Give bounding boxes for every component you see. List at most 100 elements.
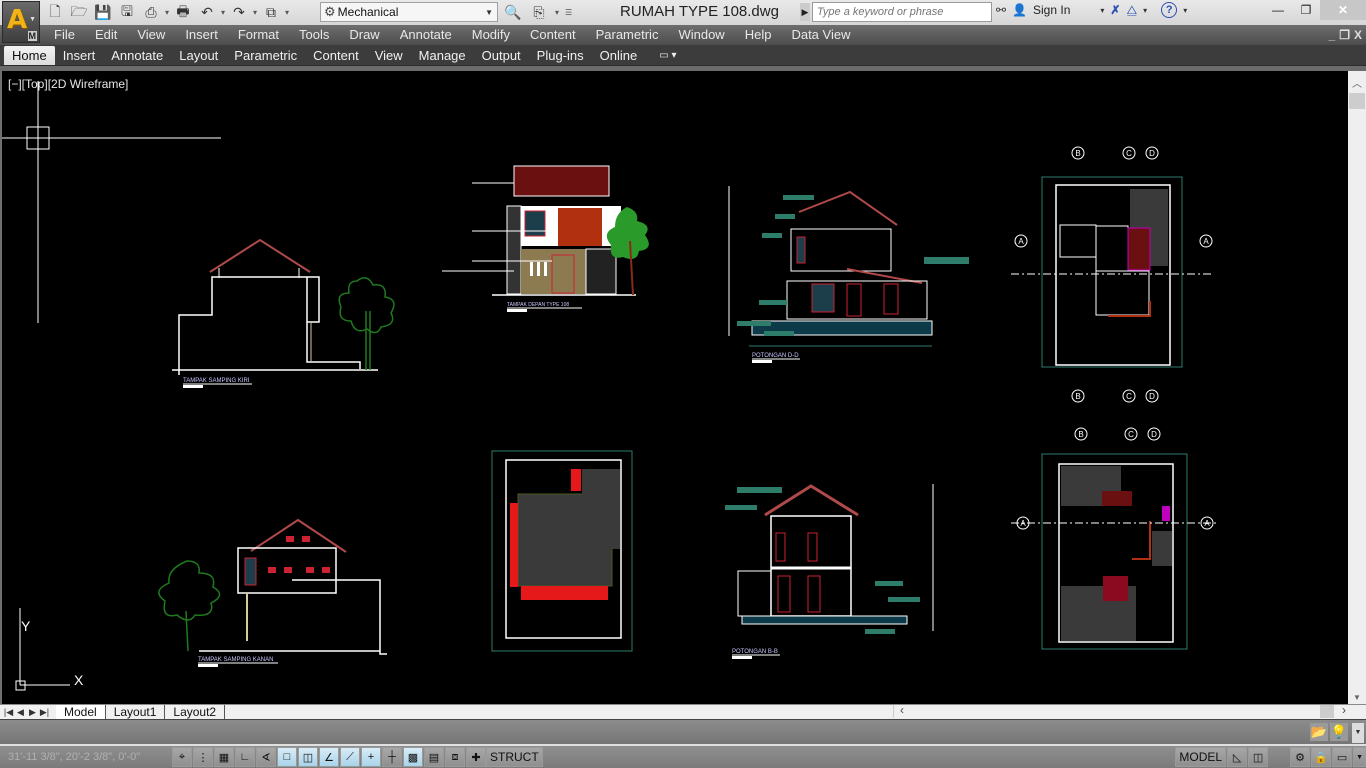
close-button[interactable]: ✕ bbox=[1320, 0, 1366, 20]
coordinate-readout[interactable]: 31'-11 3/8", 20'-2 3/8", 0'-0" bbox=[0, 751, 172, 763]
ribbon-tab-plug-ins[interactable]: Plug-ins bbox=[529, 46, 592, 65]
chevron-down-icon[interactable]: ▾ bbox=[1100, 6, 1104, 15]
restore-button[interactable]: ❐ bbox=[1292, 0, 1320, 20]
scroll-thumb[interactable] bbox=[1320, 705, 1334, 718]
scroll-up-icon[interactable]: ︿ bbox=[1352, 75, 1362, 90]
chevron-down-icon[interactable]: ▾ bbox=[221, 8, 225, 17]
annotation-monitor-icon[interactable]: ✚ bbox=[466, 747, 486, 767]
customize-qat-icon[interactable]: ☰ bbox=[565, 8, 572, 17]
autodesk-360-icon[interactable]: ⧋ bbox=[1126, 3, 1137, 18]
snap-mode-icon[interactable]: ⋮ bbox=[193, 747, 213, 767]
plot-preview-icon[interactable]: ⎘ bbox=[528, 2, 550, 22]
ribbon-tab-content[interactable]: Content bbox=[305, 46, 367, 65]
redo-icon[interactable]: ↷ bbox=[228, 3, 250, 23]
menu-file[interactable]: File bbox=[44, 25, 85, 45]
chevron-down-icon[interactable]: ▾ bbox=[555, 8, 559, 17]
menu-format[interactable]: Format bbox=[228, 25, 289, 45]
hardware-acceleration-icon[interactable]: ▭ bbox=[1332, 747, 1353, 767]
lightbulb-icon[interactable]: 💡 bbox=[1330, 723, 1348, 741]
model-space-button[interactable]: MODEL bbox=[1175, 747, 1227, 767]
workspace-gear-icon[interactable]: ⚙ bbox=[1290, 747, 1311, 767]
menu-parametric[interactable]: Parametric bbox=[586, 25, 669, 45]
menu-tools[interactable]: Tools bbox=[289, 25, 339, 45]
command-line[interactable]: 📂 💡 ▼ bbox=[0, 719, 1366, 744]
ribbon-tab-view[interactable]: View bbox=[367, 46, 411, 65]
chevron-down-icon[interactable]: ▾ bbox=[165, 8, 169, 17]
doc-minimize-button[interactable]: _ bbox=[1329, 28, 1336, 42]
chevron-down-icon[interactable]: ▾ bbox=[285, 8, 289, 17]
transparency-icon[interactable]: ▩ bbox=[403, 747, 423, 767]
next-tab-icon[interactable]: ▶ bbox=[27, 707, 38, 718]
object-snap-tracking-icon[interactable]: ∠ bbox=[319, 747, 339, 767]
save-icon[interactable]: 💾 bbox=[92, 3, 114, 23]
workspace-switch-icon[interactable]: ⧉ bbox=[260, 3, 282, 23]
save-as-icon[interactable]: 🖫 bbox=[116, 3, 138, 23]
viewport-controls[interactable]: [−][Top][2D Wireframe] bbox=[8, 77, 128, 91]
ribbon-minimize-toggle[interactable]: ▭ ▾ bbox=[651, 46, 684, 65]
ribbon-tab-output[interactable]: Output bbox=[474, 46, 529, 65]
scroll-down-icon[interactable]: ▼ bbox=[1353, 693, 1361, 702]
quick-properties-icon[interactable]: ▤ bbox=[424, 747, 444, 767]
layout-tab-layout2[interactable]: Layout2 bbox=[165, 705, 226, 719]
menu-window[interactable]: Window bbox=[668, 25, 734, 45]
reference-manager-icon[interactable]: 📂 bbox=[1310, 723, 1328, 741]
chevron-down-icon[interactable]: ▾ bbox=[253, 8, 257, 17]
chevron-down-icon[interactable]: ▾ bbox=[1183, 6, 1187, 15]
open-icon[interactable]: 🗁 bbox=[68, 3, 90, 23]
layout-tab-model[interactable]: Model bbox=[56, 705, 106, 719]
infer-constraints-icon[interactable]: ⌖ bbox=[172, 747, 192, 767]
3d-object-snap-icon[interactable]: ◫ bbox=[298, 747, 318, 767]
application-menu-button[interactable]: A ▼ M bbox=[2, 1, 40, 43]
chevron-down-icon[interactable]: ▼ bbox=[1353, 747, 1366, 767]
polar-tracking-icon[interactable]: ∢ bbox=[256, 747, 276, 767]
binoculars-icon[interactable]: ⚯ bbox=[996, 3, 1006, 17]
ribbon-tab-layout[interactable]: Layout bbox=[171, 46, 226, 65]
workspace-dropdown[interactable]: ⚙ Mechanical ▼ bbox=[320, 2, 498, 22]
menu-edit[interactable]: Edit bbox=[85, 25, 127, 45]
scroll-right-icon[interactable]: › bbox=[1342, 703, 1346, 717]
struct-toggle[interactable]: STRUCT bbox=[486, 747, 543, 767]
ribbon-tab-parametric[interactable]: Parametric bbox=[226, 46, 305, 65]
chevron-down-icon[interactable]: ▼ bbox=[1352, 723, 1364, 743]
sign-in-link[interactable]: Sign In bbox=[1033, 3, 1070, 17]
dynamic-input-icon[interactable]: + bbox=[361, 747, 381, 767]
dynamic-ucs-icon[interactable]: ⟋ bbox=[340, 747, 360, 767]
quick-view-icon[interactable]: ◫ bbox=[1248, 747, 1269, 767]
vertical-scrollbar[interactable]: ︿ ▼ bbox=[1348, 71, 1366, 704]
layout-icon[interactable]: ◺ bbox=[1227, 747, 1248, 767]
publish-icon[interactable]: ⎙ bbox=[140, 3, 162, 23]
menu-modify[interactable]: Modify bbox=[462, 25, 520, 45]
menu-view[interactable]: View bbox=[127, 25, 175, 45]
help-search-input[interactable] bbox=[812, 2, 992, 22]
doc-restore-button[interactable]: ❐ bbox=[1339, 28, 1350, 42]
doc-close-button[interactable]: X bbox=[1354, 28, 1362, 42]
drawing-viewport[interactable]: [−][Top][2D Wireframe] TAMPAK SAMPING KI… bbox=[0, 71, 1348, 704]
ribbon-tab-home[interactable]: Home bbox=[4, 45, 55, 65]
ribbon-tab-manage[interactable]: Manage bbox=[411, 46, 474, 65]
exchange-icon[interactable]: ✗ bbox=[1110, 3, 1120, 17]
help-icon[interactable]: ? bbox=[1161, 2, 1178, 18]
ortho-mode-icon[interactable]: ∟ bbox=[235, 747, 255, 767]
prev-tab-icon[interactable]: ◀ bbox=[15, 707, 26, 718]
minimize-button[interactable]: — bbox=[1264, 0, 1292, 20]
preview-icon[interactable]: 🔍 bbox=[502, 2, 524, 22]
lock-icon[interactable]: 🔒 bbox=[1311, 747, 1332, 767]
ribbon-tab-online[interactable]: Online bbox=[592, 46, 646, 65]
menu-data-view[interactable]: Data View bbox=[781, 25, 860, 45]
scroll-thumb[interactable] bbox=[1349, 93, 1365, 109]
layout-tab-layout1[interactable]: Layout1 bbox=[106, 705, 166, 719]
ribbon-tab-annotate[interactable]: Annotate bbox=[103, 46, 171, 65]
show-lineweight-icon[interactable]: ┼ bbox=[382, 747, 402, 767]
grid-display-icon[interactable]: ▦ bbox=[214, 747, 234, 767]
object-snap-icon[interactable]: □ bbox=[277, 747, 297, 767]
expand-search-icon[interactable]: ▶ bbox=[800, 3, 810, 21]
menu-help[interactable]: Help bbox=[735, 25, 782, 45]
plot-icon[interactable]: 🖶 bbox=[172, 3, 194, 23]
menu-annotate[interactable]: Annotate bbox=[390, 25, 462, 45]
chevron-down-icon[interactable]: ▾ bbox=[1143, 6, 1147, 15]
ribbon-tab-insert[interactable]: Insert bbox=[55, 46, 104, 65]
last-tab-icon[interactable]: ▶| bbox=[39, 707, 50, 718]
new-icon[interactable]: 🗋 bbox=[44, 3, 66, 23]
first-tab-icon[interactable]: |◀ bbox=[3, 707, 14, 718]
menu-insert[interactable]: Insert bbox=[175, 25, 228, 45]
